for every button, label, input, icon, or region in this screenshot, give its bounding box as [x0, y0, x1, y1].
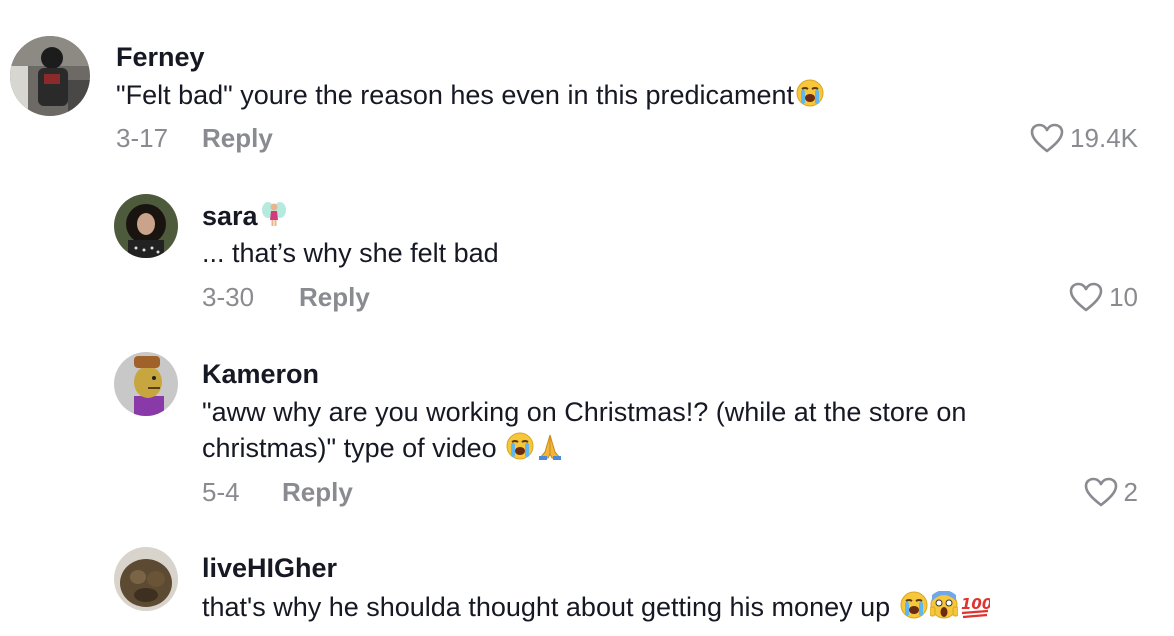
hundred-points-icon: 100 [960, 591, 990, 619]
like-button[interactable]: 19.4K [1030, 122, 1138, 154]
loudly-crying-face-icon [796, 79, 824, 107]
username[interactable]: Ferney [116, 41, 205, 73]
comment-text-content: that's why he shoulda thought about gett… [202, 592, 898, 622]
avatar[interactable] [114, 547, 178, 611]
comment-text: ... that’s why she felt bad [202, 238, 499, 268]
screaming-face-icon [929, 591, 958, 619]
loudly-crying-face-icon [900, 591, 928, 619]
username-text: sara [202, 201, 258, 231]
like-count: 10 [1109, 282, 1138, 312]
folded-hands-icon [536, 432, 564, 460]
like-button[interactable]: 10 [1069, 281, 1138, 313]
loudly-crying-face-icon [506, 432, 534, 460]
comment-date: 3-30 [202, 282, 255, 312]
comment-text-line: christmas)" type of video [202, 433, 505, 463]
avatar[interactable] [10, 36, 90, 116]
comment-text: that's why he shoulda thought about gett… [202, 589, 990, 626]
fairy-icon [260, 200, 288, 228]
username[interactable]: Kameron [202, 358, 319, 390]
reply-button[interactable]: Reply [202, 122, 273, 154]
heart-icon [1069, 282, 1103, 312]
username[interactable]: sara [202, 200, 288, 232]
comment-text: christmas)" type of video [202, 430, 564, 467]
heart-icon [1030, 123, 1064, 153]
avatar[interactable] [114, 194, 178, 258]
reply-button[interactable]: Reply [299, 281, 370, 313]
reply-button[interactable]: Reply [282, 476, 353, 508]
comment-text-content: "Felt bad" youre the reason hes even in … [116, 80, 795, 110]
comment-date: 5-4 [202, 477, 240, 507]
like-count: 2 [1123, 477, 1138, 507]
like-button[interactable]: 2 [1084, 476, 1138, 508]
comment-text-line: "aww why are you working on Christmas!? … [202, 397, 967, 427]
comment-date: 3-17 [116, 123, 169, 153]
avatar[interactable] [114, 352, 178, 416]
comment-text: "Felt bad" youre the reason hes even in … [116, 77, 824, 114]
heart-icon [1084, 477, 1118, 507]
username[interactable]: liveHIGher [202, 552, 337, 584]
like-count: 19.4K [1070, 123, 1138, 153]
